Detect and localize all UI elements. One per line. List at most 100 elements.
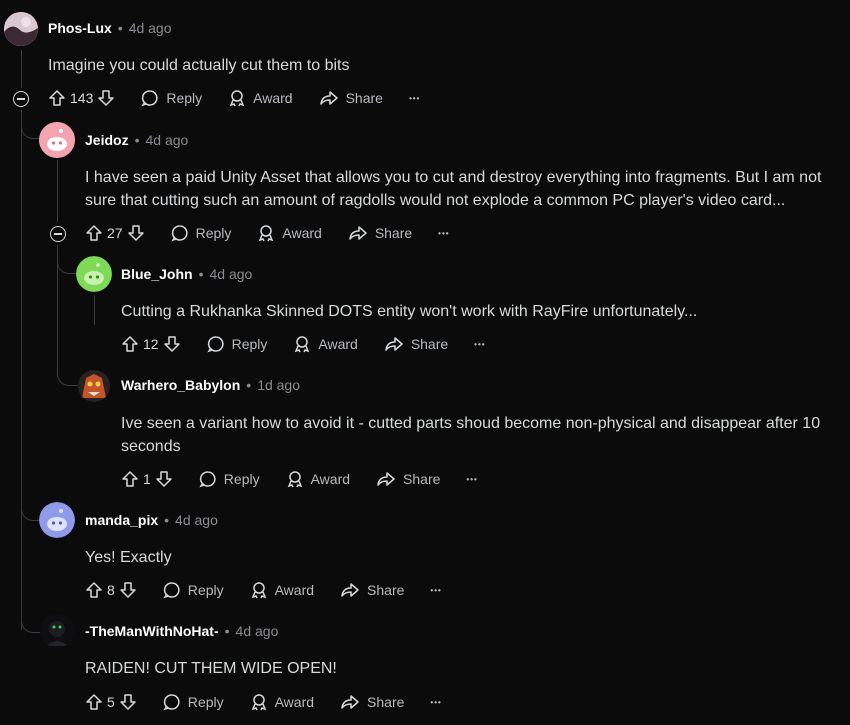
upvote-arrow-icon[interactable] <box>85 581 103 599</box>
share-label: Share <box>367 694 405 710</box>
upvote-arrow-icon[interactable] <box>48 89 66 107</box>
comment-body-line: I have seen a paid Unity Asset that allo… <box>85 169 822 186</box>
timestamp[interactable]: 4d ago <box>209 266 252 282</box>
username[interactable]: Jeidoz <box>85 132 129 148</box>
avatar[interactable] <box>4 12 38 46</box>
downvote-arrow-icon[interactable] <box>155 470 173 488</box>
speech-bubble-icon <box>170 225 188 242</box>
avatar-image <box>78 370 110 402</box>
collapse-minus-icon[interactable] <box>50 226 66 242</box>
share-button[interactable]: Share <box>319 89 383 107</box>
comment-body: Imagine you could actually cut them to b… <box>48 57 350 74</box>
comment-meta: Blue_John • 4d ago <box>121 266 252 282</box>
comment-actions: 8 Reply Award Share ••• <box>85 581 442 599</box>
reply-label: Reply <box>166 90 203 106</box>
award-label: Award <box>274 582 315 598</box>
comment-body-line: sure that cutting such an amount of ragd… <box>85 192 786 209</box>
avatar[interactable] <box>78 370 110 402</box>
award-label: Award <box>310 471 351 487</box>
downvote-arrow-icon[interactable] <box>127 224 145 242</box>
downvote-arrow-icon[interactable] <box>163 335 181 353</box>
thread-line-root-main[interactable] <box>21 110 22 630</box>
timestamp[interactable]: 1d ago <box>257 377 300 393</box>
award-button[interactable]: Award <box>250 693 314 711</box>
avatar[interactable] <box>39 122 75 158</box>
username[interactable]: -TheManWithNoHat- <box>85 623 219 639</box>
username[interactable]: Blue_John <box>121 266 193 282</box>
share-label: Share <box>403 471 441 487</box>
avatar[interactable] <box>40 614 74 648</box>
comment-body: Yes! Exactly <box>85 549 172 566</box>
comment-body: RAIDEN! CUT THEM WIDE OPEN! <box>85 660 337 677</box>
downvote-arrow-icon[interactable] <box>97 89 115 107</box>
avatar-image <box>40 614 74 648</box>
speech-bubble-icon <box>163 582 180 599</box>
comment-actions: 143 Reply Award Share ••• <box>48 89 420 107</box>
timestamp[interactable]: 4d ago <box>145 132 188 148</box>
award-ribbon-icon <box>229 90 245 107</box>
separator-dot: • <box>198 266 204 282</box>
share-button[interactable]: Share <box>376 470 440 488</box>
share-arrow-icon <box>349 226 367 240</box>
downvote-arrow-icon[interactable] <box>119 693 137 711</box>
vote-group: 12 <box>121 335 181 353</box>
upvote-arrow-icon[interactable] <box>121 335 139 353</box>
avatar[interactable] <box>76 256 112 292</box>
award-button[interactable]: Award <box>257 224 322 242</box>
more-options-button[interactable]: ••• <box>430 586 441 595</box>
reply-button[interactable]: Reply <box>141 89 202 107</box>
downvote-arrow-icon[interactable] <box>119 581 137 599</box>
thread-connector <box>21 600 40 633</box>
thread-connector <box>21 110 40 139</box>
reply-button[interactable]: Reply <box>199 470 260 488</box>
comment-actions: 12 Reply Award Share ••• <box>121 335 486 353</box>
share-label: Share <box>367 582 405 598</box>
more-options-button[interactable]: ••• <box>438 229 449 238</box>
vote-group: 5 <box>85 693 137 711</box>
share-arrow-icon <box>377 472 395 486</box>
more-options-button[interactable]: ••• <box>466 475 477 484</box>
reply-button[interactable]: Reply <box>206 335 267 353</box>
reply-button[interactable]: Reply <box>163 581 224 599</box>
award-ribbon-icon <box>259 225 274 242</box>
thread-line-jeidoz[interactable] <box>57 160 58 222</box>
thread-line-bluejohn[interactable] <box>94 295 95 325</box>
vote-count: 1 <box>143 471 151 487</box>
reply-label: Reply <box>187 694 224 710</box>
upvote-arrow-icon[interactable] <box>121 470 139 488</box>
timestamp[interactable]: 4d ago <box>129 20 172 36</box>
thread-connector <box>21 490 40 521</box>
separator-dot: • <box>117 20 123 36</box>
snoo-avatar-image <box>39 502 75 538</box>
award-button[interactable]: Award <box>286 470 350 488</box>
comment-actions: 1 Reply Award Share ••• <box>121 470 478 488</box>
thread-line-root[interactable] <box>21 50 22 88</box>
avatar[interactable] <box>39 502 75 538</box>
upvote-arrow-icon[interactable] <box>85 224 103 242</box>
share-button[interactable]: Share <box>340 693 404 711</box>
more-options-button[interactable]: ••• <box>474 340 485 349</box>
share-button[interactable]: Share <box>384 335 448 353</box>
comment-actions: 5 Reply Award Share ••• <box>85 693 442 711</box>
reply-button[interactable]: Reply <box>170 224 231 242</box>
award-button[interactable]: Award <box>293 335 358 353</box>
timestamp[interactable]: 4d ago <box>236 623 279 639</box>
award-button[interactable]: Award <box>250 581 314 599</box>
collapse-minus-icon[interactable] <box>13 91 29 107</box>
timestamp[interactable]: 4d ago <box>175 512 218 528</box>
more-options-button[interactable]: ••• <box>409 94 420 103</box>
username[interactable]: Warhero_Babylon <box>121 377 240 393</box>
award-button[interactable]: Award <box>228 89 293 107</box>
award-label: Award <box>274 694 315 710</box>
upvote-arrow-icon[interactable] <box>85 693 103 711</box>
share-button[interactable]: Share <box>348 224 412 242</box>
award-label: Award <box>253 90 293 106</box>
vote-count: 27 <box>107 225 123 241</box>
share-arrow-icon <box>341 583 359 597</box>
more-options-button[interactable]: ••• <box>430 698 441 707</box>
reply-button[interactable]: Reply <box>163 693 224 711</box>
username[interactable]: Phos-Lux <box>48 20 112 36</box>
username[interactable]: manda_pix <box>85 512 158 528</box>
separator-dot: • <box>246 377 252 393</box>
share-button[interactable]: Share <box>340 581 404 599</box>
